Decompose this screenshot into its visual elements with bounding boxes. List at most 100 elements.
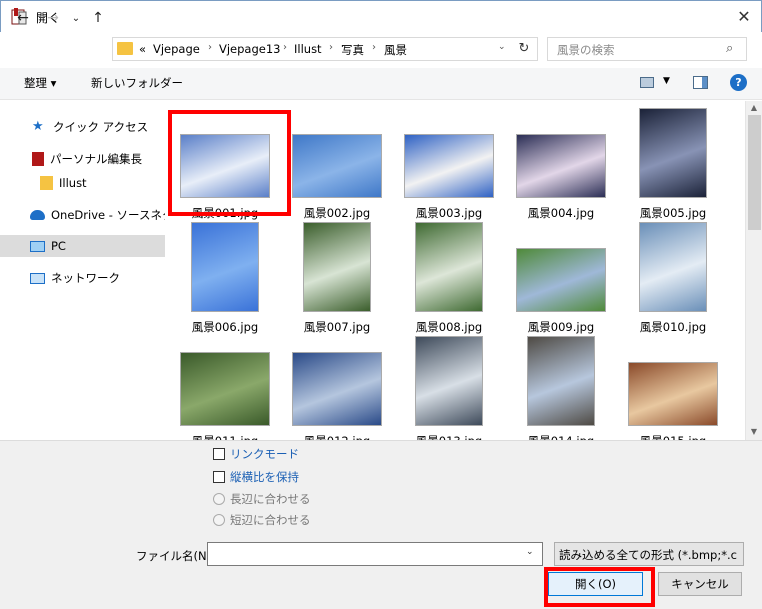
search-input[interactable]: 風景の検索 xyxy=(557,42,615,58)
highlight-frame-file xyxy=(168,110,291,216)
sidebar-item-illust[interactable]: Illust xyxy=(0,172,165,194)
address-bar[interactable]: « Vjepage › Vjepage13 › Illust › 写真 › 風景… xyxy=(112,37,538,61)
file-name: 風景002.jpg xyxy=(303,206,371,220)
sidebar-item-pc[interactable]: PC xyxy=(0,235,165,257)
breadcrumb-separator[interactable]: › xyxy=(208,42,212,53)
link-mode-checkbox[interactable] xyxy=(213,448,225,460)
breadcrumb-separator[interactable]: › xyxy=(372,42,376,53)
fit-short-option[interactable]: 短辺に合わせる xyxy=(213,512,311,528)
file-thumbnail[interactable] xyxy=(404,134,494,198)
address-dropdown-icon[interactable]: ⌄ xyxy=(498,42,510,52)
breadcrumb-overflow[interactable]: « xyxy=(139,42,146,56)
link-mode-label[interactable]: リンクモード xyxy=(230,446,299,462)
back-button[interactable]: ← xyxy=(14,9,32,27)
scroll-up-icon[interactable]: ▲ xyxy=(746,103,762,112)
fit-long-radio[interactable] xyxy=(213,493,225,505)
filename-input[interactable] xyxy=(207,542,543,566)
file-type-select[interactable]: 読み込める全ての形式 (*.bmp;*.c xyxy=(554,542,744,566)
keep-ratio-option[interactable]: 縦横比を保持 xyxy=(213,469,299,485)
file-name: 風景004.jpg xyxy=(527,206,595,220)
breadcrumb-separator[interactable]: › xyxy=(329,42,333,53)
sidebar-item-network[interactable]: ネットワーク xyxy=(0,267,165,289)
file-name: 風景006.jpg xyxy=(191,320,259,334)
sidebar-item-onedrive[interactable]: OneDrive - ソースネクス xyxy=(0,204,165,226)
new-folder-button[interactable]: 新しいフォルダー xyxy=(91,75,183,91)
recent-locations-dropdown[interactable]: ⌄ xyxy=(67,9,85,27)
filename-dropdown-icon[interactable]: ⌄ xyxy=(526,547,534,557)
view-dropdown-icon[interactable]: ▼ xyxy=(663,76,670,86)
fit-long-option[interactable]: 長辺に合わせる xyxy=(213,491,311,507)
help-icon[interactable]: ? xyxy=(730,74,747,91)
file-item[interactable]: 風景007.jpg xyxy=(281,222,393,334)
app-icon xyxy=(32,152,44,166)
file-item[interactable]: 風景009.jpg xyxy=(505,222,617,334)
file-item[interactable]: 風景010.jpg xyxy=(617,222,729,334)
up-button[interactable]: ↑ xyxy=(89,9,107,27)
folder-icon xyxy=(40,176,53,190)
file-thumbnail[interactable] xyxy=(292,352,382,426)
file-thumbnail[interactable] xyxy=(516,248,606,312)
file-item[interactable]: 風景008.jpg xyxy=(393,222,505,334)
highlight-frame-open-button xyxy=(544,567,655,607)
scroll-down-icon[interactable]: ▼ xyxy=(746,427,762,436)
file-thumbnail[interactable] xyxy=(415,336,483,426)
file-name: 風景013.jpg xyxy=(393,433,505,440)
breadcrumb-illust[interactable]: Illust xyxy=(294,42,322,56)
file-item[interactable]: 風景006.jpg xyxy=(169,222,281,334)
file-item[interactable]: 風景003.jpg xyxy=(393,108,505,220)
scrollbar-thumb[interactable] xyxy=(748,115,761,230)
file-name: 風景014.jpg xyxy=(505,433,617,440)
file-thumbnail[interactable] xyxy=(639,108,707,198)
file-item[interactable]: 風景011.jpg xyxy=(169,336,281,440)
search-icon[interactable]: ⌕ xyxy=(726,41,733,56)
file-item[interactable]: 風景005.jpg xyxy=(617,108,729,220)
file-item[interactable]: 風景013.jpg xyxy=(393,336,505,440)
navigation-pane: ★ クイック アクセス パーソナル編集長 Illust OneDrive - ソ… xyxy=(0,101,165,440)
file-name: 風景003.jpg xyxy=(415,206,483,220)
vertical-scrollbar[interactable]: ▲ ▼ xyxy=(745,101,762,440)
file-thumbnail[interactable] xyxy=(180,352,270,426)
breadcrumb-separator[interactable]: › xyxy=(283,42,287,53)
file-thumbnail[interactable] xyxy=(191,222,259,312)
file-thumbnail[interactable] xyxy=(292,134,382,198)
file-name: 風景010.jpg xyxy=(639,320,707,334)
link-mode-option[interactable]: リンクモード xyxy=(213,446,299,462)
breadcrumb-landscape[interactable]: 風景 xyxy=(384,42,407,58)
sidebar-item-label: パーソナル編集長 xyxy=(50,152,142,166)
search-box[interactable]: 風景の検索 ⌕ xyxy=(547,37,747,61)
file-item[interactable]: 風景012.jpg xyxy=(281,336,393,440)
file-item[interactable]: 風景004.jpg xyxy=(505,108,617,220)
keep-ratio-checkbox[interactable] xyxy=(213,471,225,483)
file-thumbnail[interactable] xyxy=(527,336,595,426)
close-button[interactable]: ✕ xyxy=(730,4,758,28)
fit-short-radio[interactable] xyxy=(213,514,225,526)
filename-label: ファイル名(N): xyxy=(136,549,215,563)
preview-pane-icon[interactable] xyxy=(693,76,708,89)
sidebar-item-quick-access[interactable]: ★ クイック アクセス xyxy=(0,116,165,138)
file-thumbnail[interactable] xyxy=(628,362,718,426)
file-thumbnail[interactable] xyxy=(415,222,483,312)
title-bar xyxy=(0,0,762,32)
forward-button[interactable]: → xyxy=(44,9,62,27)
file-thumbnail[interactable] xyxy=(516,134,606,198)
file-item[interactable]: 風景015.jpg xyxy=(617,336,729,440)
fit-short-label: 短辺に合わせる xyxy=(230,513,311,527)
cancel-button[interactable]: キャンセル xyxy=(658,572,742,596)
organize-button[interactable]: 整理 ▾ xyxy=(24,75,56,91)
star-icon: ★ xyxy=(32,119,44,134)
change-view-icon[interactable] xyxy=(640,77,654,88)
breadcrumb-photo[interactable]: 写真 xyxy=(341,42,364,58)
file-name: 風景007.jpg xyxy=(303,320,371,334)
refresh-icon[interactable]: ↻ xyxy=(515,41,533,57)
file-thumbnail[interactable] xyxy=(639,222,707,312)
file-item[interactable]: 風景002.jpg xyxy=(281,108,393,220)
breadcrumb-vjepage[interactable]: Vjepage xyxy=(153,42,200,56)
keep-ratio-label[interactable]: 縦横比を保持 xyxy=(230,469,299,485)
file-thumbnail[interactable] xyxy=(303,222,371,312)
sidebar-item-personal-editor[interactable]: パーソナル編集長 xyxy=(0,148,165,170)
computer-icon xyxy=(30,240,45,252)
file-name: 風景015.jpg xyxy=(617,433,729,440)
file-item[interactable]: 風景014.jpg xyxy=(505,336,617,440)
breadcrumb-vjepage13[interactable]: Vjepage13 xyxy=(219,42,281,56)
sidebar-item-label: ネットワーク xyxy=(51,271,120,285)
